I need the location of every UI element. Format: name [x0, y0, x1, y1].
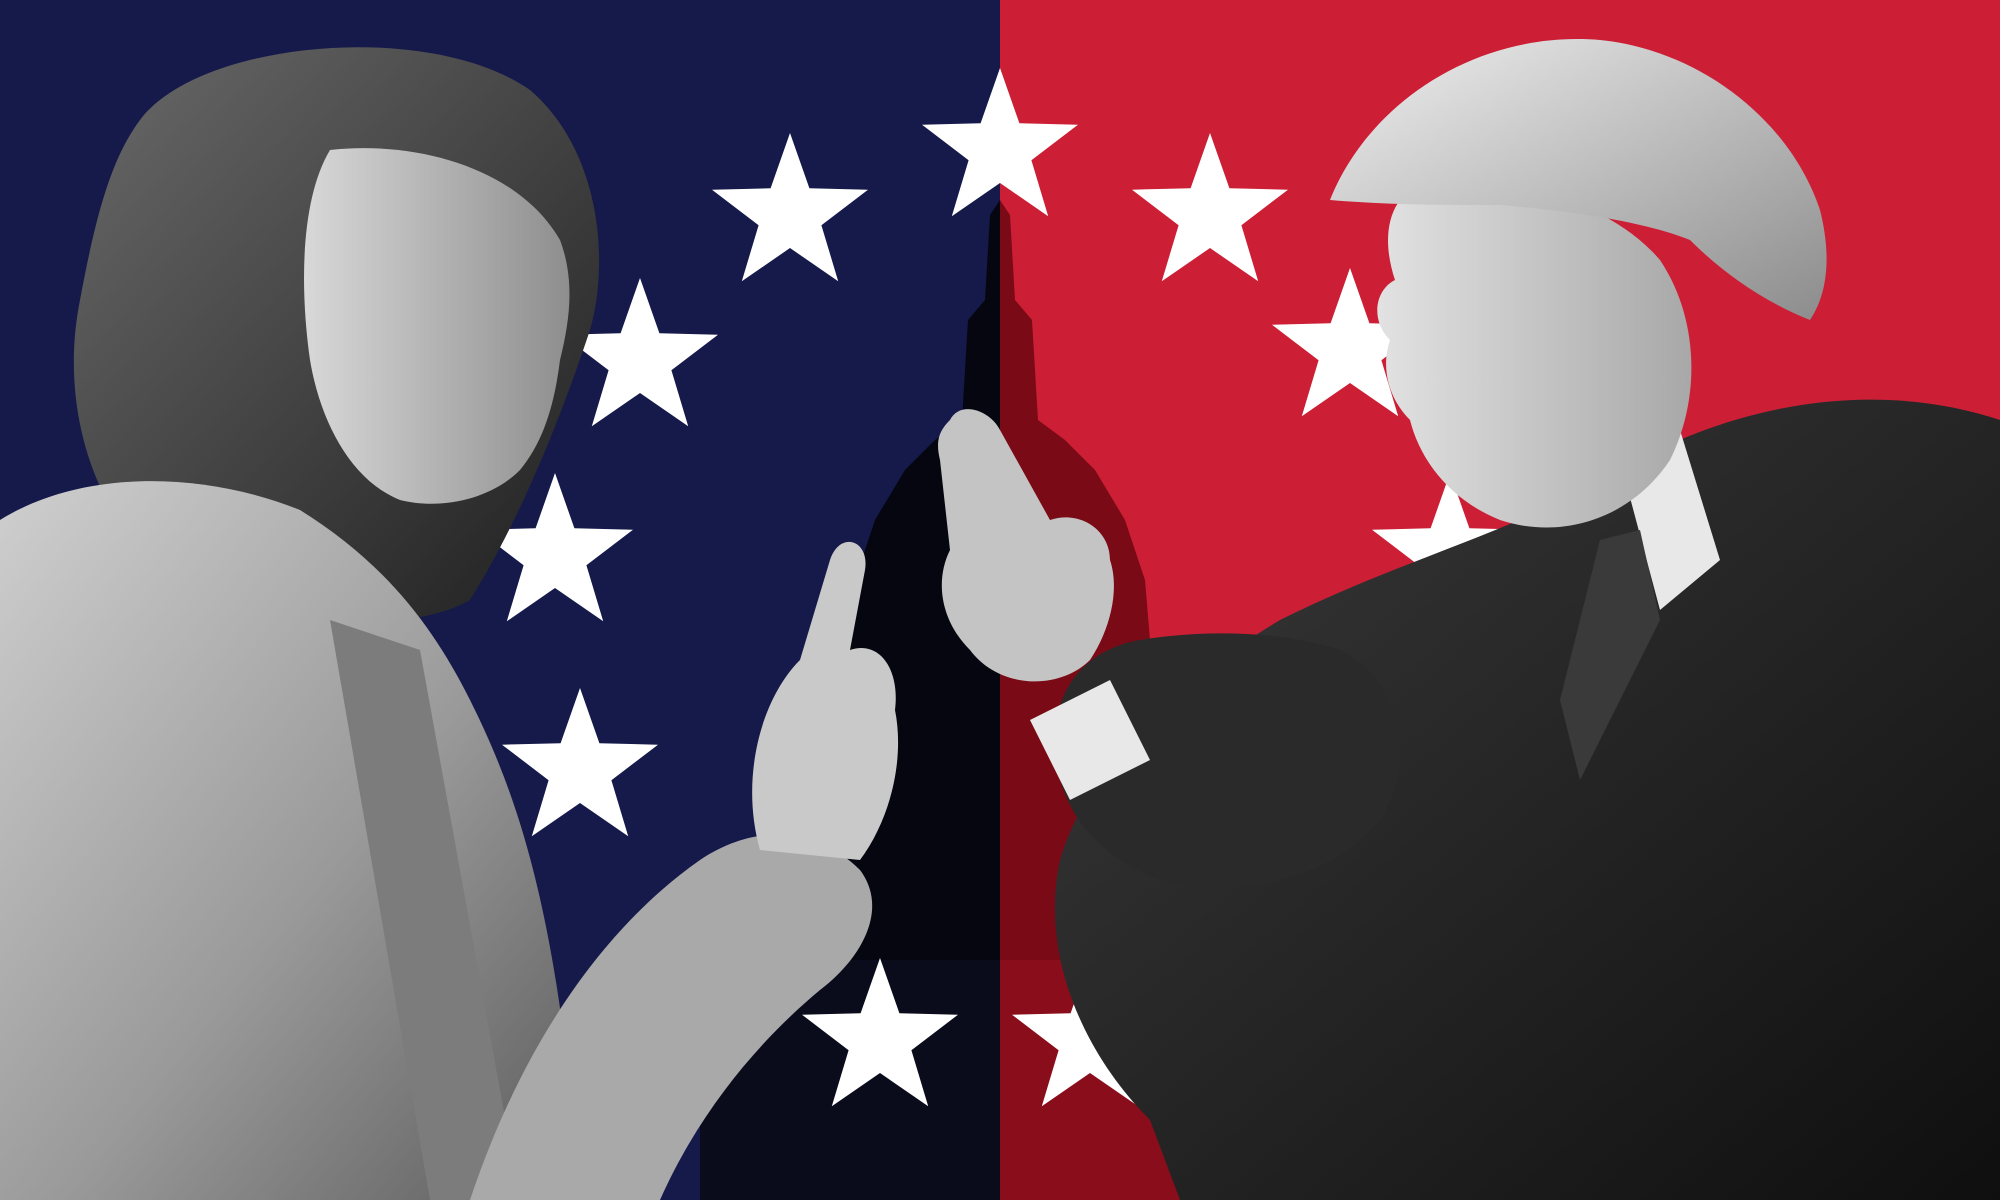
composite-illustration	[0, 0, 2000, 1200]
